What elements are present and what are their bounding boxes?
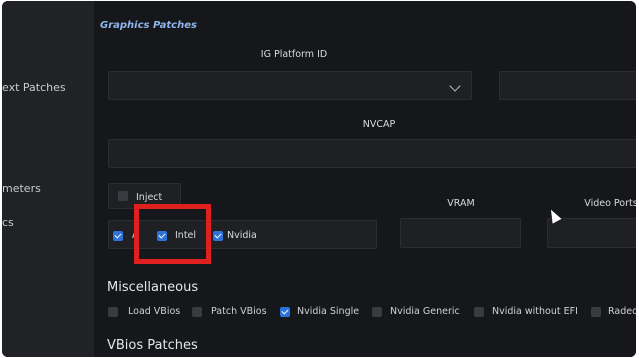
radeon-label: Radeo xyxy=(608,306,636,317)
checkbox-nvidia[interactable] xyxy=(213,231,223,241)
vram-input[interactable] xyxy=(400,218,521,248)
nvidia-generic-label: Nvidia Generic xyxy=(390,306,460,317)
ig-platform-dropdown[interactable] xyxy=(108,71,472,100)
load-vbios-checkbox[interactable] xyxy=(108,307,118,317)
nvcap-label: NVCAP xyxy=(362,119,396,130)
checkbox-a[interactable] xyxy=(113,231,123,241)
app-window: ext Patches meters cs Graphics Patches I… xyxy=(2,1,636,357)
sidebar-item-cs[interactable]: cs xyxy=(2,216,14,229)
load-vbios-label: Load VBios xyxy=(128,306,181,317)
patch-vbios-checkbox[interactable] xyxy=(192,307,202,317)
video-ports-label: Video Ports xyxy=(584,198,636,209)
chevron-down-icon xyxy=(449,80,461,92)
nvidia-single-label: Nvidia Single xyxy=(297,306,360,317)
gpu-option-nvidia-label: Nvidia xyxy=(227,230,257,241)
nvcap-input[interactable] xyxy=(108,139,636,168)
main-panel: Graphics Patches IG Platform ID NVCAP In… xyxy=(94,1,636,357)
ig-platform-label: IG Platform ID xyxy=(260,49,328,60)
inject-label: Inject xyxy=(136,192,163,203)
graphics-patches-title: Graphics Patches xyxy=(100,20,197,31)
radeon-checkbox[interactable] xyxy=(591,307,601,317)
nvidia-without-efi-label: Nvidia without EFI xyxy=(492,306,578,317)
sidebar-item-ext-patches[interactable]: ext Patches xyxy=(2,81,66,94)
sidebar-item-parameters[interactable]: meters xyxy=(2,182,41,195)
miscellaneous-heading: Miscellaneous xyxy=(107,280,199,295)
platform-secondary-field[interactable] xyxy=(499,71,636,100)
vram-label: VRAM xyxy=(447,198,475,209)
nvidia-without-efi-checkbox[interactable] xyxy=(474,307,484,317)
vbios-patches-heading: VBios Patches xyxy=(107,338,198,353)
nvidia-single-checkbox[interactable] xyxy=(280,307,290,317)
patch-vbios-label: Patch VBios xyxy=(211,306,267,317)
red-highlight-box xyxy=(134,204,211,264)
sidebar: ext Patches meters cs xyxy=(2,1,94,357)
video-ports-input[interactable] xyxy=(547,218,636,248)
inject-checkbox[interactable] xyxy=(118,191,128,201)
nvidia-generic-checkbox[interactable] xyxy=(372,307,382,317)
